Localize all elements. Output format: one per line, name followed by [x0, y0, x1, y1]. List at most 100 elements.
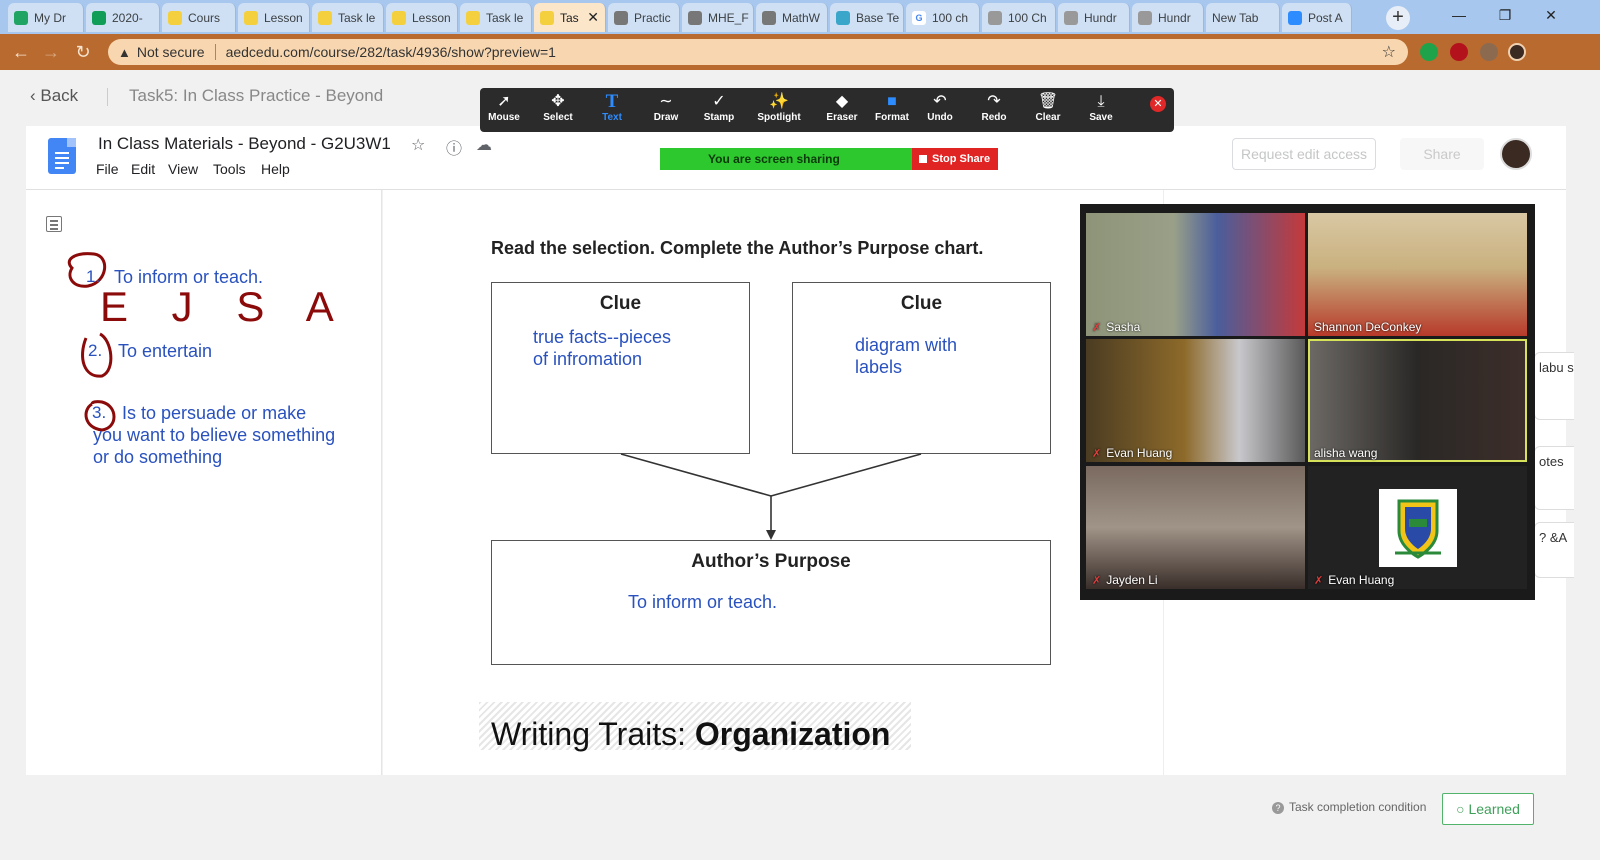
- google-docs-icon[interactable]: [48, 138, 76, 174]
- menu-tools[interactable]: Tools: [213, 161, 246, 177]
- document-page: Read the selection. Complete the Author’…: [383, 190, 1163, 775]
- annotation-tool-undo[interactable]: ↶ Undo: [914, 92, 966, 128]
- ublock-icon[interactable]: [1450, 43, 1468, 61]
- annotation-tool-label: Eraser: [826, 112, 858, 123]
- cursor-icon: ➚: [497, 93, 511, 110]
- close-tab-icon[interactable]: ✕: [583, 9, 599, 26]
- redo-icon: ↷: [987, 93, 1001, 110]
- participant-tile-6[interactable]: ✗ Evan Huang: [1308, 466, 1527, 589]
- browser-tab-5[interactable]: Lesson: [386, 3, 458, 32]
- browser-tab-15[interactable]: Hundr: [1132, 3, 1204, 32]
- browser-tab-6[interactable]: Task le: [460, 3, 532, 32]
- cloud-icon[interactable]: ☁: [476, 135, 492, 155]
- participant-tile-3[interactable]: ✗ Evan Huang: [1086, 339, 1305, 462]
- info-icon[interactable]: ⓘ: [446, 135, 462, 159]
- annotation-tool-redo[interactable]: ↷ Redo: [968, 92, 1020, 128]
- back-arrow-icon[interactable]: ←: [10, 41, 32, 63]
- participant-tile-5[interactable]: ✗ Jayden Li: [1086, 466, 1305, 589]
- browser-tab-label: Task le: [486, 10, 524, 25]
- participant-tile-4[interactable]: alisha wang: [1308, 339, 1527, 462]
- browser-tab-label: Base Te: [856, 10, 900, 25]
- save-icon: ⤓: [1097, 93, 1105, 110]
- menu-view[interactable]: View: [168, 161, 198, 177]
- browser-tab-16[interactable]: New Tab: [1206, 3, 1280, 32]
- annotation-tool-label: Mouse: [488, 112, 520, 123]
- extension-green-icon[interactable]: [1420, 43, 1438, 61]
- browser-tab-13[interactable]: 100 Ch: [982, 3, 1056, 32]
- annotation-tool-format[interactable]: ■ Format: [866, 92, 918, 128]
- note-number-3: 3.: [92, 403, 107, 422]
- account-avatar[interactable]: [1500, 138, 1532, 170]
- browser-tab-10[interactable]: MathW: [756, 3, 828, 32]
- browser-tab-7[interactable]: Tas ✕: [534, 3, 606, 32]
- browser-tab-label: 100 ch: [932, 10, 969, 25]
- browser-tab-11[interactable]: Base Te: [830, 3, 904, 32]
- minimize-button[interactable]: —: [1436, 0, 1482, 32]
- wand-icon: ✨: [769, 93, 789, 110]
- note-letters: E J S A: [100, 283, 350, 330]
- back-button[interactable]: ‹ Back: [30, 86, 78, 106]
- browser-tab-3[interactable]: Lesson: [238, 3, 310, 32]
- request-edit-access-button[interactable]: Request edit access: [1232, 138, 1376, 170]
- star-icon[interactable]: ☆: [411, 135, 425, 155]
- participant-tile-2[interactable]: Shannon DeConkey: [1308, 213, 1527, 336]
- browser-tab-1[interactable]: 2020-: [86, 3, 160, 32]
- annotation-tool-save[interactable]: ⤓ Save: [1075, 92, 1127, 128]
- browser-tab-label: MathW: [782, 10, 821, 25]
- annotation-tool-label: Spotlight: [757, 112, 801, 123]
- browser-tab-9[interactable]: MHE_F: [682, 3, 754, 32]
- task-completion-condition[interactable]: ? Task completion condition: [1272, 800, 1426, 814]
- note-item-3-line3: or do something: [93, 447, 223, 467]
- omnibox-divider: [214, 44, 216, 60]
- browser-tab-14[interactable]: Hundr: [1058, 3, 1130, 32]
- text-icon: T: [605, 91, 619, 112]
- browser-tab-2[interactable]: Cours: [162, 3, 236, 32]
- annotation-tool-label: Redo: [981, 112, 1007, 123]
- header-divider: [107, 88, 108, 106]
- browser-tab-0[interactable]: My Dr: [8, 3, 84, 32]
- chart-connector-lines: [620, 453, 922, 540]
- browser-tab-8[interactable]: Practic: [608, 3, 680, 32]
- stop-share-button[interactable]: Stop Share: [912, 148, 998, 170]
- participant-tile-1[interactable]: ✗ Sasha: [1086, 213, 1305, 336]
- document-title[interactable]: In Class Materials - Beyond - G2U3W1: [98, 134, 391, 154]
- annotation-tool-stamp[interactable]: ✓ Stamp: [693, 92, 745, 128]
- menu-edit[interactable]: Edit: [131, 161, 155, 177]
- annotation-tool-label: Draw: [653, 112, 679, 123]
- close-annotation-icon[interactable]: ✕: [1150, 96, 1166, 112]
- annotation-tool-text[interactable]: T Text: [586, 92, 638, 128]
- browser-tab-4[interactable]: Task le: [312, 3, 384, 32]
- url-text[interactable]: aedcedu.com/course/282/task/4936/show?pr…: [226, 44, 556, 60]
- browser-address-bar: ← → ↻ ▲ Not secure aedcedu.com/course/28…: [0, 34, 1600, 70]
- browser-tab-12[interactable]: G 100 ch: [906, 3, 980, 32]
- new-tab-button[interactable]: +: [1386, 6, 1410, 30]
- authors-purpose-title: Author’s Purpose: [691, 551, 851, 572]
- bookmark-star-icon[interactable]: ☆: [1382, 42, 1396, 62]
- learned-button[interactable]: ○ Learned: [1442, 793, 1534, 825]
- profile-avatar[interactable]: [1508, 43, 1526, 61]
- side-card-notes[interactable]: otes: [1534, 446, 1574, 510]
- url-bar[interactable]: ▲ Not secure aedcedu.com/course/282/task…: [108, 39, 1408, 65]
- annotation-tool-eraser[interactable]: ◆ Eraser: [816, 92, 868, 128]
- annotation-tool-spotlight[interactable]: ✨ Spotlight: [753, 92, 805, 128]
- forward-arrow-icon[interactable]: →: [40, 41, 62, 63]
- close-window-button[interactable]: ✕: [1528, 0, 1574, 32]
- annotation-tool-select[interactable]: ✥ Select: [532, 92, 584, 128]
- undo-icon: ↶: [933, 93, 947, 110]
- share-button[interactable]: Share: [1400, 138, 1484, 170]
- side-card-syllabus[interactable]: labu s: [1534, 352, 1574, 420]
- annotation-tool-label: Format: [875, 112, 909, 123]
- participant-name-2: Shannon DeConkey: [1314, 320, 1422, 334]
- extensions-puzzle-icon[interactable]: [1480, 43, 1498, 61]
- side-card-qa[interactable]: ? &A: [1534, 522, 1574, 578]
- reload-icon[interactable]: ↻: [72, 41, 94, 63]
- menu-help[interactable]: Help: [261, 161, 290, 177]
- browser-tab-label: MHE_F: [708, 10, 749, 25]
- annotation-tool-clear[interactable]: 🗑 Clear: [1022, 92, 1074, 128]
- menu-file[interactable]: File: [96, 161, 119, 177]
- annotation-tool-mouse[interactable]: ➚ Mouse: [478, 92, 530, 128]
- google-icon: G: [912, 10, 926, 25]
- browser-tab-17[interactable]: Post A: [1282, 3, 1352, 32]
- annotation-tool-draw[interactable]: ∼ Draw: [640, 92, 692, 128]
- maximize-button[interactable]: ❐: [1482, 0, 1528, 32]
